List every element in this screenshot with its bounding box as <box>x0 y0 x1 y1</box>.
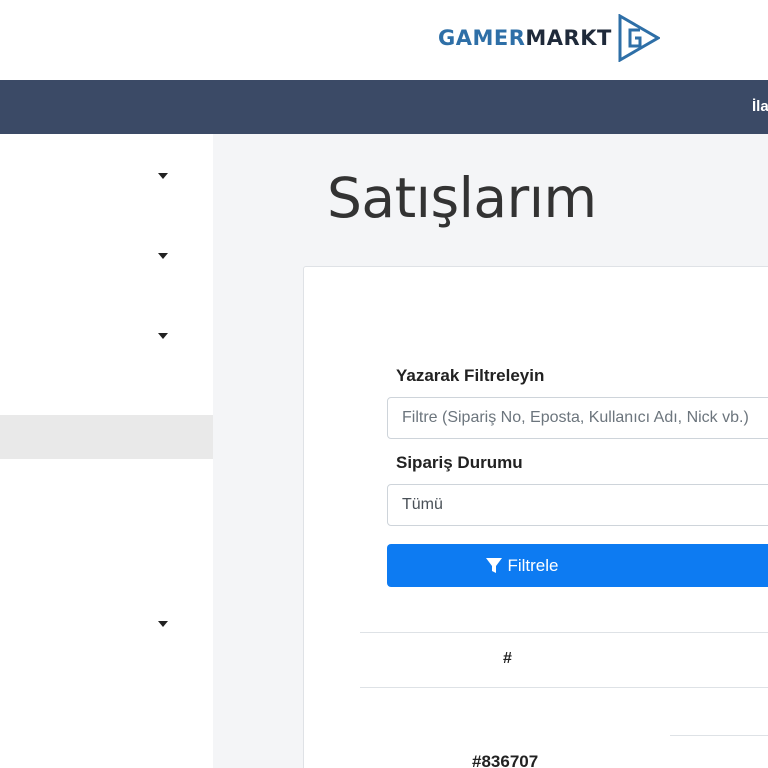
table-cell-border <box>670 735 768 736</box>
page-title: Satışlarım <box>327 166 597 230</box>
sidebar-item-1-caret-down-icon[interactable] <box>158 173 168 179</box>
logo-mark-icon <box>618 14 660 62</box>
nav-item-ilan[interactable]: İla <box>752 98 768 115</box>
order-id-cell[interactable]: #836707 <box>472 752 538 768</box>
gamermarkt-logo[interactable]: GAMER MARKT <box>438 12 660 64</box>
filter-icon <box>486 557 503 573</box>
main-navbar: İla <box>0 80 768 134</box>
table-header-hash: # <box>503 650 512 667</box>
table-top-border <box>360 632 768 633</box>
filter-button[interactable]: Filtrele <box>387 544 768 587</box>
table-header-border <box>360 687 768 688</box>
status-select[interactable]: Tümü <box>387 484 768 526</box>
logo-text-markt: MARKT <box>525 26 612 50</box>
status-select-value: Tümü <box>402 496 443 513</box>
sidebar <box>0 134 213 768</box>
top-header: GAMER MARKT <box>0 0 768 80</box>
sidebar-item-3-caret-down-icon[interactable] <box>158 333 168 339</box>
logo-text-gamer: GAMER <box>438 26 526 50</box>
text-filter-input[interactable] <box>387 397 768 439</box>
sidebar-item-2-caret-down-icon[interactable] <box>158 253 168 259</box>
sidebar-item-5-caret-down-icon[interactable] <box>158 621 168 627</box>
sidebar-item-active[interactable] <box>0 415 213 459</box>
status-filter-label: Sipariş Durumu <box>396 453 523 472</box>
filter-button-label: Filtrele <box>507 555 559 575</box>
text-filter-label: Yazarak Filtreleyin <box>396 366 545 385</box>
